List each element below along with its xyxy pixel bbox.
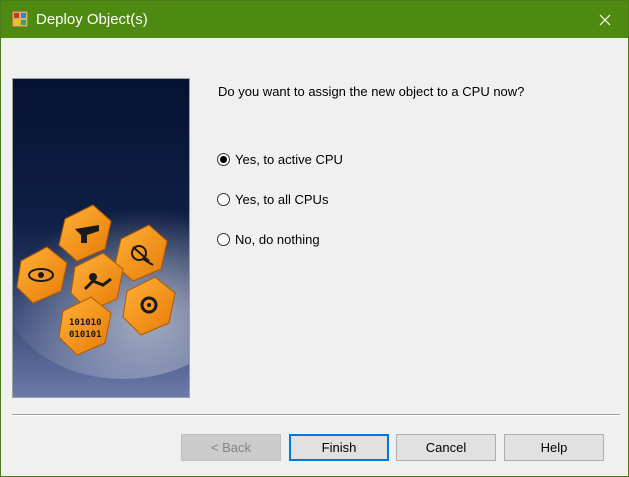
radio-active-cpu[interactable]: Yes, to active CPU (217, 152, 343, 167)
radio-all-cpus[interactable]: Yes, to all CPUs (217, 192, 328, 207)
window-title: Deploy Object(s) (36, 11, 148, 28)
radio-do-nothing[interactable]: No, do nothing (217, 232, 320, 247)
close-button[interactable] (582, 1, 628, 38)
title-bar[interactable]: Deploy Object(s) (1, 1, 628, 38)
close-icon (599, 14, 611, 25)
radio-selected-dot (220, 156, 227, 163)
app-icon (12, 11, 28, 27)
radio-label[interactable]: Yes, to all CPUs (235, 192, 328, 207)
back-button[interactable]: < Back (181, 434, 281, 461)
binary-top: 101010 (69, 318, 102, 328)
finish-button[interactable]: Finish (289, 434, 389, 461)
radio-indicator[interactable] (217, 233, 230, 246)
separator (12, 414, 620, 416)
hexagon-illustration: 101010 010101 (13, 79, 189, 397)
radio-label[interactable]: Yes, to active CPU (235, 152, 343, 167)
deploy-dialog: Deploy Object(s) 101010 010101 Do you wa… (0, 0, 629, 477)
binary-bottom: 010101 (69, 330, 102, 340)
question-text: Do you want to assign the new object to … (218, 84, 525, 99)
wizard-illustration: 101010 010101 (12, 78, 190, 398)
radio-indicator[interactable] (217, 153, 230, 166)
radio-label[interactable]: No, do nothing (235, 232, 320, 247)
cancel-button[interactable]: Cancel (396, 434, 496, 461)
help-button[interactable]: Help (504, 434, 604, 461)
radio-indicator[interactable] (217, 193, 230, 206)
